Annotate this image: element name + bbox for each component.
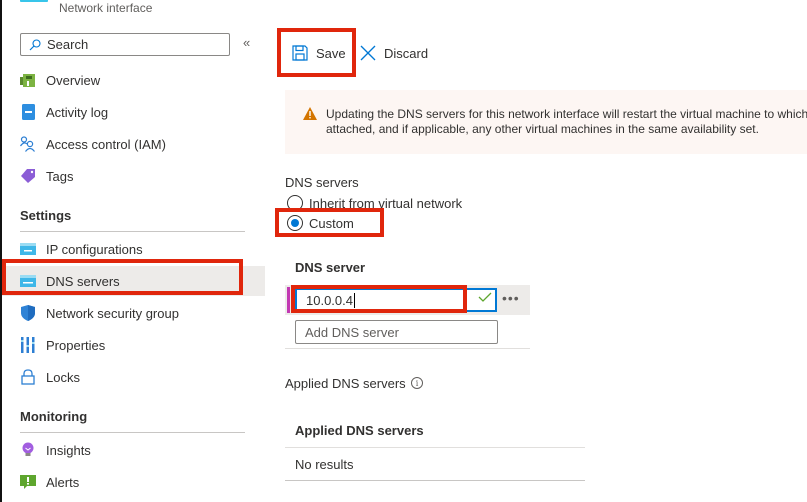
warning-text: Updating the DNS servers for this networ… (326, 107, 807, 136)
sidebar-item-activity-log[interactable]: Activity log (2, 97, 265, 127)
info-icon[interactable]: i (411, 377, 423, 389)
properties-icon (20, 337, 36, 353)
tag-icon (20, 168, 36, 184)
valid-check-icon (478, 292, 492, 302)
radio-custom[interactable]: Custom (287, 215, 354, 231)
warning-icon (303, 107, 317, 120)
dns-servers-label: DNS servers (285, 175, 359, 190)
overview-icon (20, 72, 36, 88)
sidebar-item-tags[interactable]: Tags (2, 161, 265, 191)
network-interface-icon (20, 0, 48, 2)
sidebar-item-insights[interactable]: Insights (2, 435, 265, 465)
radio-circle-checked (287, 215, 303, 231)
more-options-button[interactable]: ••• (502, 290, 520, 306)
sidebar-item-dns-servers[interactable]: DNS servers (2, 266, 265, 296)
warning-banner: Updating the DNS servers for this networ… (285, 90, 807, 154)
dns-server-input[interactable]: 10.0.0.4 (295, 288, 497, 312)
radio-circle (287, 195, 303, 211)
monitoring-divider (20, 432, 245, 433)
search-icon (29, 38, 41, 50)
collapse-sidebar-button[interactable]: « (243, 35, 250, 50)
ip-config-icon (20, 241, 36, 257)
no-results-text: No results (295, 457, 354, 472)
add-dns-server-input[interactable]: Add DNS server (295, 320, 498, 344)
sidebar-item-alerts[interactable]: Alerts (2, 467, 265, 497)
insights-icon (20, 442, 36, 458)
table-bottom-divider (285, 480, 585, 481)
text-caret (354, 292, 355, 308)
save-label: Save (316, 45, 346, 61)
sidebar-search-input[interactable]: Search (20, 33, 230, 56)
applied-dns-label: Applied DNS servers (285, 376, 406, 391)
applied-table-header: Applied DNS servers (295, 423, 424, 438)
sidebar-item-locks[interactable]: Locks (2, 362, 265, 392)
radio-inherit[interactable]: Inherit from virtual network (287, 195, 462, 211)
sidebar-item-access-control[interactable]: Access control (IAM) (2, 129, 265, 159)
shield-icon (20, 305, 36, 321)
dns-server-column-header: DNS server (295, 260, 366, 275)
discard-button[interactable]: Discard (360, 45, 428, 61)
activity-log-icon (20, 104, 36, 120)
settings-divider (20, 231, 245, 232)
monitoring-heading: Monitoring (20, 409, 88, 424)
sidebar-item-properties[interactable]: Properties (2, 330, 265, 360)
row-accent (287, 287, 290, 313)
sidebar-item-ip-configurations[interactable]: IP configurations (2, 234, 265, 264)
dns-icon (20, 273, 36, 289)
close-icon (360, 45, 376, 61)
save-button[interactable]: Save (292, 45, 346, 61)
lock-icon (20, 369, 36, 385)
discard-label: Discard (384, 45, 429, 61)
search-placeholder: Search (47, 37, 89, 52)
settings-heading: Settings (20, 208, 72, 223)
sidebar-item-overview[interactable]: Overview (2, 65, 265, 95)
resource-type-label: Network interface (59, 1, 153, 15)
sidebar-item-network-security-group[interactable]: Network security group (2, 298, 265, 328)
table-header-divider (285, 447, 585, 448)
iam-icon (20, 136, 36, 152)
alerts-icon (20, 474, 36, 490)
save-icon (292, 45, 308, 61)
list-divider (285, 348, 530, 349)
